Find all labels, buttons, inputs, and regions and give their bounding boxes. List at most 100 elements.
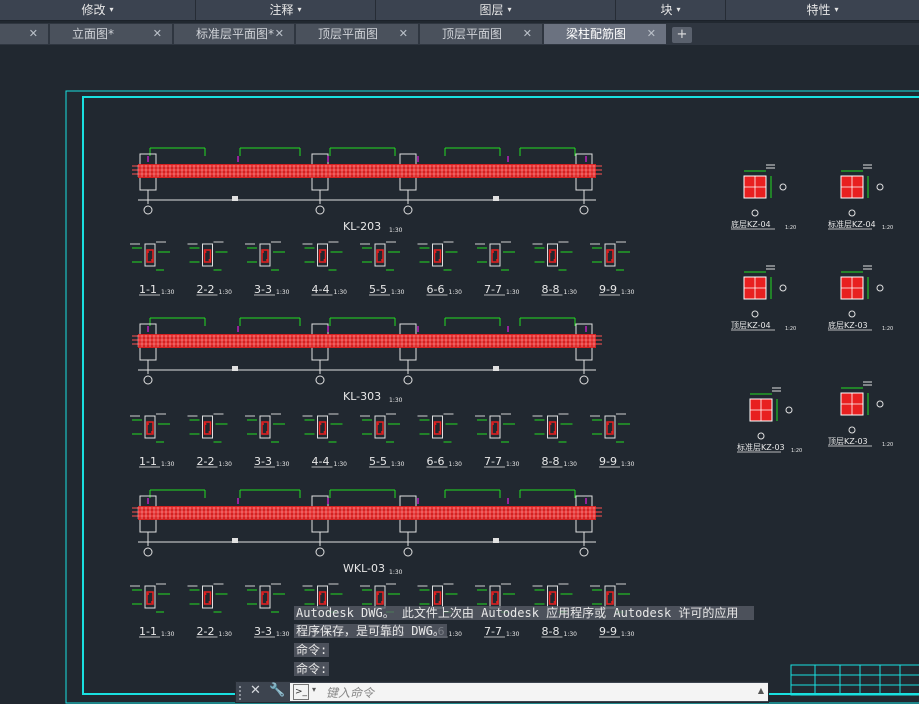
section-scale: 1:30 [161, 631, 175, 638]
ribbon-panel-properties[interactable]: 特性 ▾ [726, 0, 919, 20]
section-label: 2-2 [197, 455, 215, 468]
beam-elevation: WKL-03 1:30 [132, 489, 602, 576]
section-label: 9-9 [599, 283, 617, 296]
ribbon-panel-label: 特性 [806, 3, 831, 17]
beam-section: 3-3 1:30 [245, 413, 290, 468]
section-label: 2-2 [197, 625, 215, 638]
section-scale: 1:30 [564, 289, 578, 296]
ribbon-panel-label: 块 [660, 3, 673, 17]
drag-handle[interactable] [239, 686, 247, 700]
close-icon[interactable]: ✕ [29, 24, 38, 44]
column-label: 标准层KZ-04 [828, 219, 876, 229]
section-label: 5-5 [369, 455, 387, 468]
beam-section: 6-6 1:30 [417, 413, 462, 468]
section-label: 7-7 [484, 455, 502, 468]
tab-elevation[interactable]: 立面图* ✕ [50, 24, 172, 44]
column-scale: 1:20 [785, 225, 796, 231]
section-label: 4-4 [312, 283, 330, 296]
section-label: 3-3 [254, 455, 272, 468]
tab-label: 立面图* [72, 27, 115, 41]
chevron-up-icon[interactable]: ▲ [758, 686, 764, 695]
section-label: 3-3 [254, 283, 272, 296]
chevron-down-icon: ▾ [109, 5, 114, 14]
column-label: 底层KZ-04 [731, 219, 771, 229]
tab-top-floor-plan[interactable]: 顶层平面图 ✕ [296, 24, 418, 44]
section-scale: 1:30 [564, 461, 578, 468]
section-label: 1-1 [139, 455, 157, 468]
tab-start[interactable]: ✕ [0, 24, 48, 44]
tab-beam-column-rebar[interactable]: 梁柱配筋图 ✕ [544, 24, 666, 44]
beam-elevation: KL-203 1:30 [132, 147, 602, 234]
section-label: 9-9 [599, 455, 617, 468]
close-icon[interactable]: ✕ [647, 24, 656, 44]
section-scale: 1:30 [506, 289, 520, 296]
section-scale: 1:30 [276, 289, 290, 296]
beam-section: 1-1 1:30 [130, 583, 175, 638]
ribbon-panel-modify[interactable]: 修改 ▾ [0, 0, 196, 20]
close-icon[interactable]: ✕ [153, 24, 162, 44]
beam-sections: 1-1 1:30 2-2 1:30 3-3 1:30 4-4 1:30 5-5 1:30 6-6 1:… [130, 241, 635, 638]
chevron-down-icon: ▾ [297, 5, 302, 14]
beam-label: WKL-03 [343, 562, 385, 575]
section-label: 8-8 [542, 283, 560, 296]
command-prompt-icon[interactable]: >_ [293, 684, 309, 700]
column-scale: 1:20 [882, 326, 893, 332]
close-icon[interactable]: ✕ [250, 683, 261, 698]
column-section: 顶层KZ-03 1:20 [828, 381, 893, 448]
close-icon[interactable]: ✕ [523, 24, 532, 44]
command-input[interactable]: >_ ▾ 键入命令 ▲ [290, 683, 768, 701]
beam-scale: 1:30 [389, 397, 403, 404]
section-scale: 1:30 [219, 289, 233, 296]
beam-section: 1-1 1:30 [130, 413, 175, 468]
close-icon[interactable]: ✕ [399, 24, 408, 44]
tab-label: 梁柱配筋图 [566, 27, 627, 41]
section-scale: 1:30 [391, 289, 405, 296]
section-label: 6-6 [427, 455, 445, 468]
beam-section: 6-6 1:30 [417, 241, 462, 296]
ribbon-panel-label: 修改 [81, 3, 106, 17]
beam-section: 8-8 1:30 [532, 413, 578, 468]
wrench-icon[interactable]: 🔧 [269, 683, 285, 698]
beam-section: 9-9 1:30 [590, 413, 635, 468]
add-tab-button[interactable]: + [672, 27, 692, 43]
beam-section: 2-2 1:30 [187, 413, 232, 468]
ribbon-panel-label: 图层 [479, 3, 504, 17]
column-label: 底层KZ-03 [828, 320, 868, 330]
beam-section: 5-5 1:30 [360, 241, 405, 296]
beam-elevation: KL-303 1:30 [132, 317, 602, 404]
ribbon-panel-block[interactable]: 块 ▾ [616, 0, 726, 20]
chevron-down-icon[interactable]: ▾ [312, 685, 316, 694]
beam-section: 2-2 1:30 [187, 241, 233, 296]
tab-label: 标准层平面图* [196, 27, 275, 41]
chevron-down-icon: ▾ [834, 5, 839, 14]
tab-top-floor-plan-2[interactable]: 顶层平面图 ✕ [420, 24, 542, 44]
beam-section: 3-3 1:30 [245, 241, 290, 296]
close-icon[interactable]: ✕ [275, 24, 284, 44]
section-label: 1-1 [139, 283, 157, 296]
section-scale: 1:30 [391, 461, 405, 468]
beam-label: KL-303 [343, 390, 381, 403]
ribbon-panel-annotate[interactable]: 注释 ▾ [196, 0, 376, 20]
section-label: 1-1 [139, 625, 157, 638]
command-history-line: 命令: [294, 643, 330, 657]
chevron-down-icon: ▾ [676, 5, 681, 14]
section-scale: 1:30 [334, 461, 348, 468]
command-placeholder: 键入命令 [326, 686, 375, 700]
column-label: 标准层KZ-03 [737, 442, 785, 452]
command-history-line: 程序保存，是可靠的 DWG。 [294, 624, 447, 638]
chevron-down-icon: ▾ [507, 5, 512, 14]
section-scale: 1:30 [621, 289, 635, 296]
ribbon-panel-layers[interactable]: 图层 ▾ [376, 0, 616, 20]
section-scale: 1:30 [276, 631, 290, 638]
column-scale: 1:20 [785, 326, 796, 332]
section-label: 8-8 [542, 455, 560, 468]
beam-section: 2-2 1:30 [187, 583, 232, 638]
tab-standard-floor-plan[interactable]: 标准层平面图* ✕ [174, 24, 294, 44]
column-scale: 1:20 [791, 448, 802, 454]
beam-section: 4-4 1:30 [302, 241, 348, 296]
section-label: 2-2 [197, 283, 215, 296]
title-block [790, 664, 919, 696]
file-tab-bar: ✕ 立面图* ✕ 标准层平面图* ✕ 顶层平面图 ✕ 顶层平面图 ✕ 梁柱配筋图 ✕ + [0, 23, 919, 45]
column-section: 顶层KZ-04 1:20 [731, 265, 796, 332]
section-scale: 1:30 [334, 289, 348, 296]
